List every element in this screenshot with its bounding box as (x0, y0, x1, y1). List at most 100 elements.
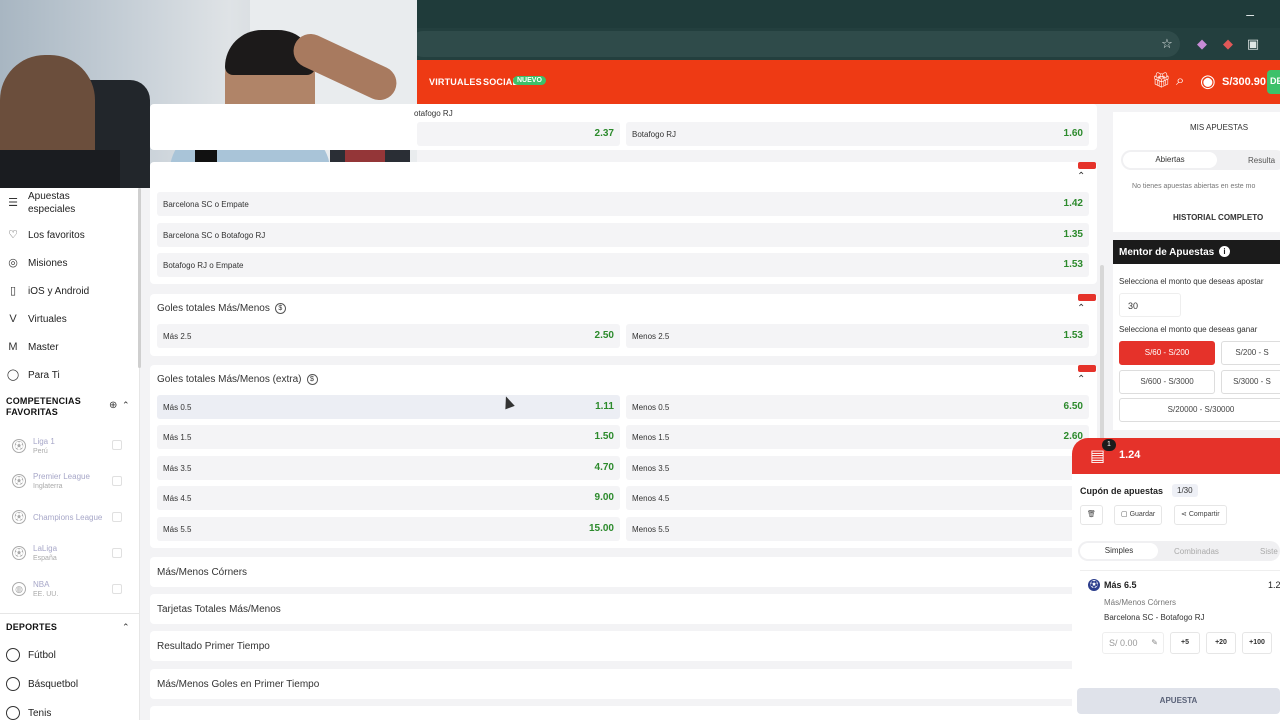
info-icon[interactable]: i (1219, 246, 1230, 257)
odd-button[interactable]: Más 1.5 1.50 (157, 425, 620, 449)
sports-title: DEPORTES (6, 622, 58, 632)
tab-simples[interactable]: Simples (1080, 543, 1158, 559)
stake-amount-label: Selecciona el monto que deseas apostar (1119, 277, 1264, 286)
range-option[interactable]: S/3000 - S (1221, 370, 1280, 394)
sport-basquetbol[interactable]: Básquetbol (6, 677, 78, 691)
sidebar-item-virtuales[interactable]: V Virtuales (6, 309, 66, 329)
odd-button[interactable]: Menos 1.5 2.60 (626, 425, 1089, 449)
extension-red-icon[interactable]: ◆ (1220, 36, 1236, 52)
basketball-icon (6, 677, 20, 691)
promo-tag (1078, 365, 1096, 372)
search-icon[interactable]: ⌕ (1176, 72, 1184, 90)
bookmark-star-icon[interactable]: ☆ (1159, 36, 1175, 52)
range-option[interactable]: S/600 - S/3000 (1119, 370, 1215, 394)
market-title-totals-extra[interactable]: Goles totales Más/Menos (extra) $ (157, 374, 318, 385)
odd-button[interactable]: Menos 3.51. (626, 456, 1089, 480)
league-liga1[interactable]: ⚽︎ Liga 1 Perú (12, 434, 55, 458)
coupon-selection-count: 1/30 (1172, 484, 1198, 497)
market-row-first-half-goals[interactable]: Más/Menos Goles en Primer Tiempo (150, 669, 1075, 699)
stake-input[interactable]: S/ 0.00 ✎ (1102, 632, 1164, 654)
league-premier[interactable]: ⚽︎ Premier League Inglaterra (12, 469, 90, 493)
sport-tenis[interactable]: Tenis (6, 706, 51, 720)
main-scrollbar[interactable] (1100, 265, 1104, 445)
league-checkbox[interactable] (112, 440, 122, 450)
save-coupon-button[interactable]: ▢ Guardar (1114, 505, 1163, 525)
delete-coupon-button[interactable]: 🗑︎ (1080, 505, 1103, 525)
odd-button[interactable]: Botafogo RJ 1.60 (626, 122, 1089, 146)
range-option[interactable]: S/20000 - S/30000 (1119, 398, 1280, 422)
sidebar-scrollbar[interactable] (138, 188, 141, 368)
range-option[interactable]: S/60 - S/200 (1119, 341, 1215, 365)
chevron-up-icon[interactable]: ⌃ (122, 400, 130, 411)
place-bet-button[interactable]: APUESTA (1077, 688, 1280, 714)
market-row-cards[interactable]: Tarjetas Totales Más/Menos (150, 594, 1075, 624)
full-history-link[interactable]: HISTORIAL COMPLETO (1173, 213, 1263, 222)
quick-stake-button[interactable]: +100 (1242, 632, 1272, 654)
extensions-puzzle-icon[interactable]: ▣ (1245, 36, 1261, 52)
tab-resultados[interactable]: Resulta (1248, 156, 1275, 165)
soccer-ball-icon: ⚽︎ (1088, 579, 1100, 591)
chevron-up-icon[interactable]: ⌃ (1077, 171, 1085, 182)
market-row-partial[interactable] (150, 706, 1075, 720)
account-balance[interactable]: S/300.90 (1222, 76, 1266, 88)
tab-sistema[interactable]: Siste (1260, 547, 1278, 556)
sidebar-item-para-ti[interactable]: ◯ Para Ti (6, 365, 60, 385)
sidebar-item-master[interactable]: M Master (6, 337, 58, 357)
range-option[interactable]: S/200 - S (1221, 341, 1280, 365)
odd-button[interactable]: Más 4.5 9.00 (157, 486, 620, 510)
chevron-up-icon[interactable]: ⌃ (1077, 374, 1085, 385)
market-row-first-half-result[interactable]: Resultado Primer Tiempo (150, 631, 1075, 661)
quick-stake-button[interactable]: +20 (1206, 632, 1236, 654)
sidebar-item-apuestas-especiales[interactable]: ☰ Apuestas especiales (6, 190, 88, 216)
league-checkbox[interactable] (112, 476, 122, 486)
sport-futbol[interactable]: Fútbol (6, 648, 56, 662)
odd-button[interactable]: Menos 0.5 6.50 (626, 395, 1089, 419)
odd-button[interactable]: Más 3.5 4.70 (157, 456, 620, 480)
promo-tag (1078, 162, 1096, 169)
league-checkbox[interactable] (112, 584, 122, 594)
address-bar[interactable] (410, 31, 1180, 57)
gift-icon[interactable]: 🎁︎ (1152, 72, 1171, 90)
sidebar-item-favoritos[interactable]: ♡ Los favoritos (6, 225, 85, 245)
odd-button[interactable]: Barcelona SC o Empate 1.42 (157, 192, 1089, 216)
league-checkbox[interactable] (112, 548, 122, 558)
odd-button[interactable]: Menos 5.51. (626, 517, 1089, 541)
quick-stake-button[interactable]: +5 (1170, 632, 1200, 654)
win-amount-label: Selecciona el monto que deseas ganar (1119, 325, 1258, 334)
selection-market: Más/Menos Córners (1104, 598, 1177, 607)
odd-button[interactable]: Más 2.5 2.50 (157, 324, 620, 348)
league-nba[interactable]: ◍ NBA EE. UU. (12, 577, 58, 601)
market-row-corners[interactable]: Más/Menos Córners (150, 557, 1075, 587)
league-laliga[interactable]: ⚽︎ LaLiga España (12, 541, 57, 565)
odd-button[interactable]: Menos 2.5 1.53 (626, 324, 1089, 348)
soccer-ball-icon: ⚽︎ (12, 510, 26, 524)
tennis-ball-icon (6, 706, 20, 720)
deposit-button[interactable]: DE (1267, 70, 1280, 94)
mobile-icon: ▯ (9, 285, 17, 297)
odd-button[interactable]: 2.37 (417, 122, 620, 146)
chevron-up-icon[interactable]: ⌃ (1077, 303, 1085, 314)
odd-button[interactable]: Menos 4.51. (626, 486, 1089, 510)
sidebar-item-ios-android[interactable]: ▯ iOS y Android (6, 281, 89, 301)
master-icon: M (8, 341, 18, 353)
odd-button[interactable]: Más 0.5 1.11 (157, 395, 620, 419)
odd-button[interactable]: Más 5.5 15.00 (157, 517, 620, 541)
window-minimize-icon[interactable]: – (1246, 6, 1254, 22)
league-champions[interactable]: ⚽︎ Champions League (12, 505, 102, 529)
user-avatar-icon[interactable]: ◉ (1200, 72, 1216, 90)
nav-virtuales[interactable]: VIRTUALES (429, 77, 482, 87)
add-competition-icon[interactable]: ⊕ (109, 400, 117, 411)
partial-team-label: otafogo RJ (414, 109, 453, 118)
bet-mentor-title: Mentor de Apuestas (1119, 247, 1215, 258)
chevron-up-icon[interactable]: ⌃ (122, 622, 130, 633)
sidebar-item-misiones[interactable]: ◎ Misiones (6, 253, 67, 273)
market-title-totals[interactable]: Goles totales Más/Menos $ (157, 303, 286, 314)
stake-amount-input[interactable]: 30 (1119, 293, 1181, 317)
league-checkbox[interactable] (112, 512, 122, 522)
odd-button[interactable]: Barcelona SC o Botafogo RJ 1.35 (157, 223, 1089, 247)
tab-abiertas[interactable]: Abiertas (1123, 152, 1217, 168)
extension-shield-icon[interactable]: ◆ (1194, 36, 1210, 52)
share-coupon-button[interactable]: ⋖ Compartir (1174, 505, 1227, 525)
tab-combinadas[interactable]: Combinadas (1174, 547, 1219, 556)
odd-button[interactable]: Botafogo RJ o Empate 1.53 (157, 253, 1089, 277)
